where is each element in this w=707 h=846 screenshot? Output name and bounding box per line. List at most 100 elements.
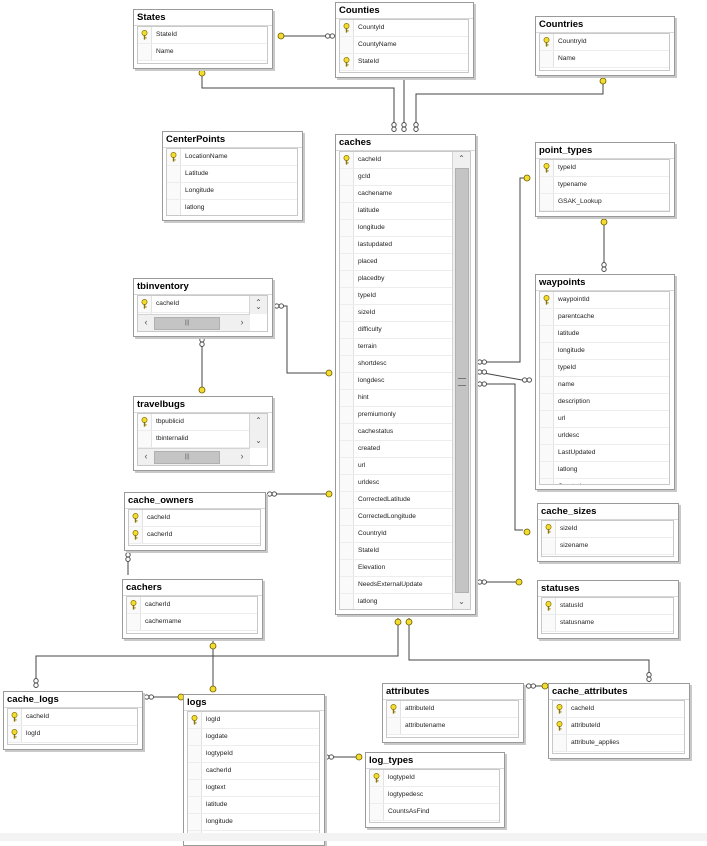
relationship-line[interactable] xyxy=(415,78,604,130)
column-row[interactable]: cacherId xyxy=(127,597,257,614)
table-statuses[interactable]: statuses statusId statusname xyxy=(537,580,679,639)
column-row[interactable]: StateId xyxy=(340,54,468,71)
column-row[interactable]: latitude xyxy=(340,203,453,220)
column-row[interactable]: typeId xyxy=(340,288,453,305)
table-title[interactable]: attributes xyxy=(383,684,523,700)
column-row[interactable]: description xyxy=(540,394,669,411)
vertical-scrollbar[interactable]: ⌃ ⌄ xyxy=(249,414,267,448)
scroll-down-icon[interactable]: ⌄ xyxy=(454,595,469,609)
column-row[interactable]: sizeId xyxy=(340,305,453,322)
column-row[interactable]: cachestatus xyxy=(340,424,453,441)
column-row[interactable]: tbinternalid xyxy=(138,431,250,448)
table-logs[interactable]: logs logId logdate logtypeId cacherId logtext… xyxy=(183,694,325,846)
column-row[interactable]: logtypeId xyxy=(188,746,319,763)
column-row[interactable]: latlong xyxy=(540,462,669,479)
column-row[interactable]: logId xyxy=(8,726,137,743)
column-row[interactable]: created xyxy=(340,441,453,458)
scroll-up-icon[interactable]: ⌃ xyxy=(251,414,266,428)
column-row[interactable]: url xyxy=(340,458,453,475)
column-row[interactable]: Name xyxy=(138,44,267,61)
column-row[interactable]: attribute_applies xyxy=(553,735,684,752)
table-caches[interactable]: caches cacheId gcId cachename latitude longit… xyxy=(335,134,476,615)
column-row[interactable]: LocationName xyxy=(167,149,297,166)
column-row[interactable]: urldesc xyxy=(540,428,669,445)
table-title[interactable]: cache_sizes xyxy=(538,504,678,520)
table-title[interactable]: tbinventory xyxy=(134,279,272,295)
table-cache-owners[interactable]: cache_owners cacheId cacherId xyxy=(124,492,266,551)
column-row[interactable]: CountsAsFind xyxy=(370,804,499,821)
table-title[interactable]: CenterPoints xyxy=(163,132,302,148)
column-row[interactable]: longitude xyxy=(540,343,669,360)
column-row[interactable]: sizename xyxy=(542,538,673,555)
table-title[interactable]: cache_attributes xyxy=(549,684,689,700)
table-title[interactable]: travelbugs xyxy=(134,397,272,413)
column-row[interactable]: CountryId xyxy=(340,526,453,543)
relationship-line[interactable] xyxy=(275,305,330,374)
table-title[interactable]: log_types xyxy=(366,753,504,769)
column-row[interactable]: url xyxy=(540,411,669,428)
table-title[interactable]: cache_owners xyxy=(125,493,265,509)
column-row[interactable]: typeId xyxy=(540,160,669,177)
table-title[interactable]: caches xyxy=(336,135,475,151)
scroll-left-icon[interactable]: ‹ xyxy=(139,450,153,464)
table-travelbugs[interactable]: travelbugs tbpublicid tbinternalid ⌃ ⌄ ‹ ||| › xyxy=(133,396,273,471)
scroll-thumb[interactable]: ||| xyxy=(154,317,220,330)
column-row[interactable]: Name xyxy=(540,51,669,68)
table-cache-logs[interactable]: cache_logs cacheId logId xyxy=(3,691,143,750)
vertical-scrollbar[interactable]: ⌃ ⌄ xyxy=(249,296,267,314)
column-row[interactable]: latitude xyxy=(540,326,669,343)
column-row[interactable]: lastupdated xyxy=(340,237,453,254)
column-row[interactable]: parentcache xyxy=(540,309,669,326)
column-row[interactable]: cacheId xyxy=(8,709,137,726)
column-row[interactable]: latlong xyxy=(340,594,453,609)
table-tbinventory[interactable]: tbinventorycacheIdtravelbugId⌃⌄‹|||› xyxy=(133,278,273,337)
column-row[interactable]: Longitude xyxy=(167,183,297,200)
column-row[interactable]: longitude xyxy=(188,814,319,831)
column-row[interactable]: attributeId xyxy=(387,701,518,718)
column-row[interactable]: longitude xyxy=(340,220,453,237)
column-row[interactable]: logtext xyxy=(188,780,319,797)
scroll-thumb[interactable]: ||| xyxy=(154,451,220,464)
table-cachers[interactable]: cachers cacherId cachername xyxy=(122,579,263,639)
table-title[interactable]: waypoints xyxy=(536,275,674,291)
column-row[interactable]: StateId xyxy=(340,543,453,560)
column-row[interactable]: cacherId xyxy=(188,763,319,780)
column-row[interactable]: logId xyxy=(188,712,319,729)
table-title[interactable]: Countries xyxy=(536,17,674,33)
table-waypoints[interactable]: waypoints waypointId parentcache latitude lo… xyxy=(535,274,675,490)
column-row[interactable]: premiumonly xyxy=(340,407,453,424)
column-row[interactable]: Elevation xyxy=(340,560,453,577)
horizontal-scrollbar[interactable]: ‹ ||| › xyxy=(138,448,250,465)
column-row[interactable]: tbpublicid xyxy=(138,414,250,431)
column-row[interactable]: CountyName xyxy=(340,37,468,54)
column-row[interactable]: gcId xyxy=(340,169,453,186)
table-title[interactable]: cachers xyxy=(123,580,262,596)
table-title[interactable]: Counties xyxy=(336,3,473,19)
scroll-up-icon[interactable]: ⌃ xyxy=(454,152,469,166)
column-row[interactable]: GSAK_Lookup xyxy=(540,194,669,211)
scroll-down-icon[interactable]: ⌄ xyxy=(251,300,266,314)
column-row[interactable]: cacheId xyxy=(553,701,684,718)
horizontal-scrollbar[interactable]: ‹ ||| › xyxy=(138,314,250,331)
column-row[interactable]: CorrectedLatitude xyxy=(340,492,453,509)
table-counties[interactable]: Counties CountyId CountyName StateId xyxy=(335,2,474,78)
column-row[interactable]: Latitude xyxy=(167,166,297,183)
scroll-thumb[interactable] xyxy=(455,168,469,593)
column-row[interactable]: sizeId xyxy=(542,521,673,538)
column-row[interactable]: statusname xyxy=(542,615,673,632)
table-point-types[interactable]: point_types typeId typename GSAK_Lookup xyxy=(535,142,675,217)
table-states[interactable]: States StateId Name xyxy=(133,9,273,69)
column-row[interactable]: latitude xyxy=(188,797,319,814)
column-row[interactable]: difficulty xyxy=(340,322,453,339)
column-row[interactable]: cacheId xyxy=(129,510,260,527)
column-row[interactable]: cachername xyxy=(127,614,257,631)
column-row[interactable]: name xyxy=(540,377,669,394)
column-row[interactable]: typename xyxy=(540,177,669,194)
column-row[interactable]: cacherId xyxy=(129,527,260,544)
column-row[interactable]: NeedsExternalUpdate xyxy=(340,577,453,594)
table-title[interactable]: statuses xyxy=(538,581,678,597)
column-row[interactable]: attributeId xyxy=(553,718,684,735)
scroll-right-icon[interactable]: › xyxy=(235,316,249,330)
column-row[interactable]: logdate xyxy=(188,729,319,746)
table-title[interactable]: cache_logs xyxy=(4,692,142,708)
